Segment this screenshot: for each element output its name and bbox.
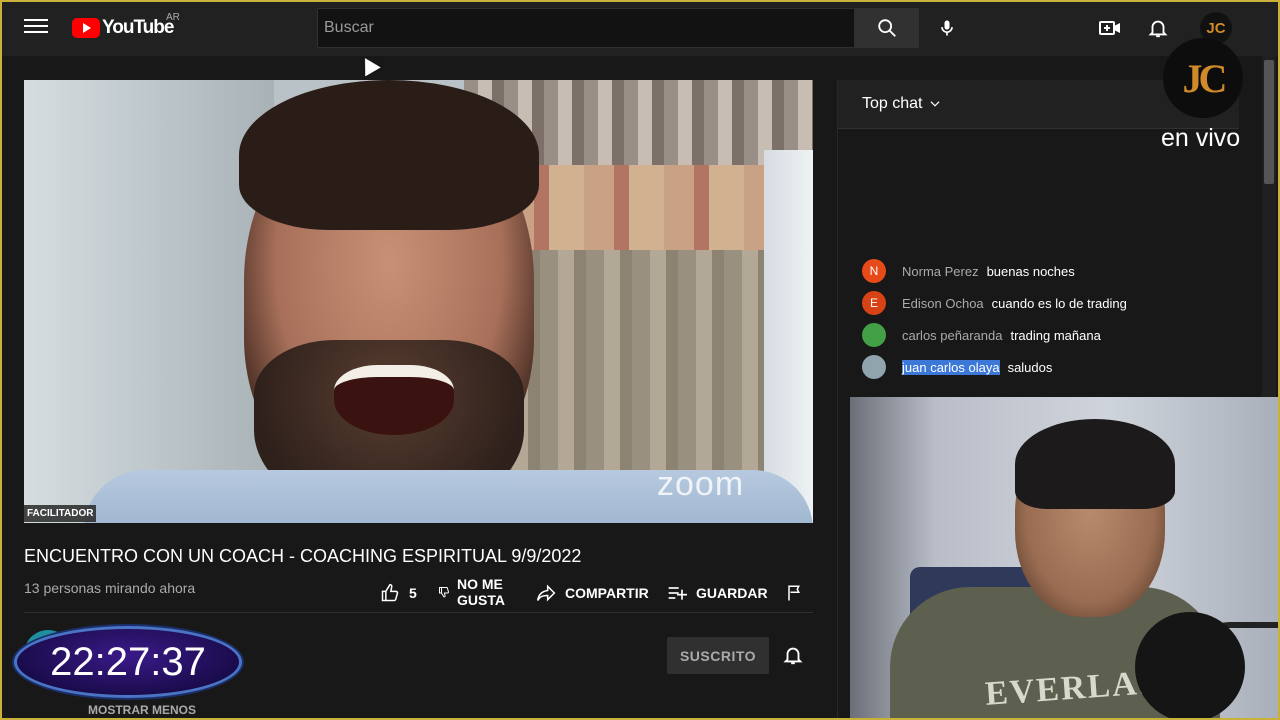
chat-author[interactable]: juan carlos olaya [902, 359, 1000, 375]
save-label: GUARDAR [696, 585, 768, 601]
curtain-valance [504, 165, 764, 255]
chat-avatar[interactable]: N [862, 259, 886, 283]
top-bar: YouTube AR JC [0, 0, 1280, 56]
streamer-hair [1015, 419, 1175, 509]
webcam-overlay: EVERLAST [850, 397, 1280, 720]
show-less-button[interactable]: MOSTRAR MENOS [88, 703, 196, 717]
zoom-watermark: zoom [657, 465, 745, 503]
chat-message: N Norma Perez buenas noches [862, 259, 1075, 283]
mouse-cursor-icon [357, 53, 381, 77]
chat-text: buenas noches [986, 263, 1075, 279]
viewer-count: 13 personas mirando ahora [24, 580, 196, 596]
divider [24, 612, 813, 613]
microphone [1135, 612, 1245, 720]
like-button[interactable]: 5 [380, 583, 417, 603]
report-button[interactable] [786, 583, 804, 603]
region-code: AR [166, 12, 180, 23]
video-title: ENCUENTRO CON UN COACH - COACHING ESPIRI… [24, 546, 582, 566]
chat-text: saludos [1007, 359, 1053, 375]
bell-icon [1148, 20, 1168, 38]
search-icon [878, 19, 896, 37]
search-button[interactable] [855, 8, 919, 48]
clock-overlay: 22:27:37 [14, 626, 242, 698]
dislike-label-line-1: NO ME [457, 576, 503, 592]
save-button[interactable]: GUARDAR [666, 583, 768, 603]
playlist-add-icon [668, 587, 687, 600]
search-input[interactable] [317, 8, 855, 48]
video-background [24, 80, 274, 523]
chat-author[interactable]: Edison Ochoa [902, 296, 984, 311]
chat-message: juan carlos olaya saludos [862, 355, 1052, 379]
chat-avatar[interactable] [862, 323, 886, 347]
hamburger-menu-icon[interactable] [24, 16, 48, 40]
dislike-button[interactable]: NO ME GUSTA [438, 576, 505, 608]
dislike-label: NO ME GUSTA [457, 576, 505, 608]
chevron-down-icon [930, 101, 940, 107]
share-button[interactable]: COMPARTIR [535, 583, 649, 603]
subscribed-button[interactable]: SUSCRITO [667, 637, 769, 674]
chat-avatar[interactable] [862, 355, 886, 379]
like-count: 5 [409, 585, 417, 601]
voice-search-button[interactable] [927, 8, 967, 48]
share-arrow-icon [536, 584, 556, 602]
chat-author[interactable]: carlos peñaranda [902, 328, 1002, 343]
share-label: COMPARTIR [565, 585, 649, 601]
youtube-play-icon [72, 18, 100, 38]
chat-message: E Edison Ochoa cuando es lo de trading [862, 291, 1127, 315]
chat-avatar[interactable]: E [862, 291, 886, 315]
chat-mode-dropdown[interactable]: Top chat [862, 95, 942, 113]
create-video-button[interactable] [1094, 12, 1126, 44]
speaker-hair [239, 80, 539, 230]
chat-text: trading mañana [1010, 327, 1101, 343]
live-label: en vivo [1161, 124, 1241, 152]
jc-logo-overlay: JC [1163, 38, 1243, 118]
chat-mode-label: Top chat [862, 95, 923, 112]
chat-author[interactable]: Norma Perez [902, 264, 979, 279]
youtube-logo[interactable]: YouTube [72, 17, 174, 39]
scrollbar-thumb[interactable] [1264, 60, 1274, 184]
notifications-button[interactable] [1142, 12, 1174, 44]
logo-text: YouTube [102, 17, 174, 38]
dislike-label-line-2: GUSTA [457, 592, 505, 608]
chat-message: carlos peñaranda trading mañana [862, 323, 1101, 347]
bell-icon [783, 647, 803, 665]
video-camera-plus-icon [1099, 21, 1120, 35]
participant-label: FACILITADOR [24, 505, 97, 522]
speaker-mouth [334, 365, 454, 435]
thumbs-down-icon [439, 587, 450, 598]
channel-notifications-button[interactable] [779, 641, 807, 669]
chat-text: cuando es lo de trading [991, 295, 1127, 311]
video-player[interactable]: zoom FACILITADOR [24, 80, 813, 523]
window [764, 150, 813, 523]
flag-icon [788, 585, 800, 601]
microphone-icon [941, 20, 953, 36]
thumbs-up-icon [381, 583, 399, 602]
